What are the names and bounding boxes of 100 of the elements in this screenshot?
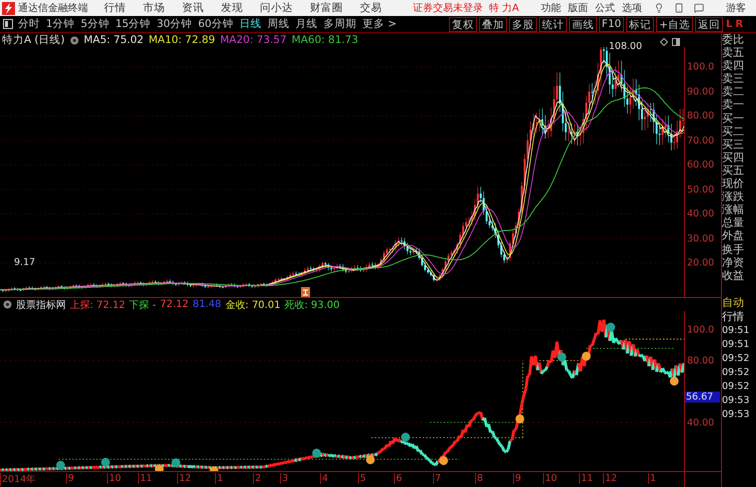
low-price-label: 9.17 — [14, 257, 36, 268]
settings-icon[interactable] — [3, 300, 12, 309]
trade-time: 09:51 — [722, 338, 750, 352]
quote-field-label: 委比 — [722, 33, 745, 46]
buy-signal-marker — [582, 352, 591, 361]
menu-item[interactable]: 功能 — [541, 1, 562, 16]
diamond-icon[interactable] — [660, 38, 668, 46]
buy-signal-marker — [670, 376, 679, 386]
settings-icon[interactable] — [70, 36, 79, 44]
quote-field-label: 卖三 — [722, 72, 745, 86]
quote-field-label: 买四 — [722, 150, 745, 164]
lightbulb-icon[interactable] — [654, 3, 664, 14]
period-tab[interactable]: 更多 > — [362, 17, 397, 32]
menu-item[interactable]: 选项 — [622, 1, 642, 16]
axis-label: 6 — [394, 473, 402, 484]
quote-field-label: 买三 — [722, 138, 745, 151]
current-value-label: 56.67 — [685, 392, 720, 402]
buy-signal-marker — [366, 455, 375, 464]
trade-time: 09:53 — [722, 408, 750, 422]
panel-tab[interactable]: 行情 — [722, 310, 756, 324]
axis-label: 2014年 — [0, 473, 36, 486]
indicator-value: 下探 - — [129, 298, 156, 312]
period-tab[interactable]: 60分钟 — [198, 17, 234, 32]
axis-label: 12 — [603, 473, 618, 484]
toolbar-button[interactable]: 复权 — [448, 16, 477, 32]
quote-field-label: 总量 — [722, 216, 745, 230]
toolbar-button[interactable]: 画线 — [568, 16, 597, 32]
toolbar-button[interactable]: +自选 — [656, 16, 693, 32]
menu-item[interactable]: 资讯 — [182, 1, 204, 16]
axis-label: 12 — [177, 473, 192, 484]
trade-time: 09:52 — [722, 352, 750, 366]
toolbar-button[interactable]: 返回 — [695, 16, 723, 32]
axis-label: 3 — [280, 473, 288, 484]
quote-field-label: 净资 — [722, 256, 745, 269]
ma-legend: MA60: 81.73 — [292, 34, 358, 46]
toolbar-button[interactable]: 标记 — [626, 16, 654, 32]
toolbar-button[interactable]: 统计 — [538, 16, 567, 32]
period-tab[interactable]: 5分钟 — [80, 17, 110, 32]
period-tab[interactable]: 多周期 — [324, 17, 356, 32]
menu-item[interactable]: 公式 — [595, 1, 616, 16]
user-name[interactable]: 游客 — [726, 1, 746, 16]
menu-item[interactable]: 行情 — [104, 1, 126, 16]
quote-field-label: 买二 — [722, 124, 745, 138]
axis-label: 9 — [513, 473, 522, 484]
axis-label: 90.00 — [687, 86, 714, 97]
axis-label: 80.00 — [687, 356, 714, 366]
indicator-value: 81.48 — [192, 299, 222, 310]
event-marker-icon[interactable] — [300, 287, 310, 297]
buy-signal-marker — [210, 466, 218, 471]
indicator-value: 死收: 93.00 — [284, 298, 340, 312]
period-tab[interactable]: 15分钟 — [115, 17, 151, 32]
menu-item[interactable]: 财富圈 — [310, 1, 343, 16]
period-tab[interactable]: 月线 — [296, 17, 318, 32]
axis-label: 10 — [107, 473, 122, 484]
menu-item[interactable]: 发现 — [221, 1, 243, 16]
trade-time: 09:52 — [722, 380, 750, 394]
panel-label: L — [726, 18, 732, 30]
axis-label: 30.00 — [687, 233, 714, 244]
toolbar-button[interactable]: 多股 — [508, 16, 537, 32]
trade-time: 09:53 — [722, 394, 750, 408]
phone-icon[interactable] — [674, 3, 684, 14]
period-tab[interactable]: 日线 — [240, 17, 262, 32]
period-tab[interactable]: 周线 — [268, 17, 290, 32]
menu-item[interactable]: 市场 — [143, 1, 165, 16]
trade-time: 09:51 — [722, 324, 750, 338]
period-tab[interactable]: 分时 — [18, 17, 40, 32]
axis-label: 1 — [215, 473, 224, 484]
toolbar-button[interactable]: F10 — [598, 16, 624, 32]
indicator-value: 72.12 — [160, 299, 189, 310]
quote-field-label: 买一 — [722, 112, 745, 125]
sell-signal-marker — [401, 432, 410, 442]
window-icon[interactable] — [672, 38, 680, 46]
sell-signal-marker — [557, 352, 566, 362]
ma-legend: MA10: 72.89 — [148, 34, 216, 46]
axis-label: 70.00 — [687, 135, 714, 146]
axis-label: 60.00 — [687, 160, 714, 170]
panel-tab[interactable]: 自动 — [722, 296, 756, 310]
axis-label: 11 — [579, 473, 594, 484]
axis-label: 50.00 — [687, 184, 714, 195]
quote-field-label: 现价 — [722, 177, 745, 190]
axis-label: 8 — [475, 473, 484, 484]
period-tab[interactable]: 30分钟 — [156, 17, 192, 32]
menu-item[interactable]: 问小达 — [260, 1, 293, 16]
buy-signal-marker — [154, 464, 164, 471]
toolbar-button[interactable]: 叠加 — [478, 16, 507, 32]
axis-label: 80.00 — [687, 110, 714, 122]
sell-signal-marker — [606, 322, 616, 332]
menu-item[interactable]: 版面 — [568, 1, 588, 16]
period-tab[interactable]: 1分钟 — [46, 17, 75, 32]
chat-icon[interactable] — [694, 3, 704, 14]
panel-toggle-icon[interactable] — [3, 19, 13, 30]
login-status: 证券交易未登录 — [413, 2, 483, 16]
axis-label: 40.00 — [687, 208, 714, 220]
sell-signal-marker — [101, 458, 110, 467]
quote-field-label: 卖五 — [722, 46, 745, 60]
axis-label: 2 — [253, 473, 262, 484]
quote-field-label: 卖二 — [722, 85, 745, 98]
ma-legend: MA20: 73.57 — [220, 34, 287, 46]
menu-item[interactable]: 交易 — [360, 1, 382, 16]
axis-label: 100.0 — [687, 324, 714, 336]
